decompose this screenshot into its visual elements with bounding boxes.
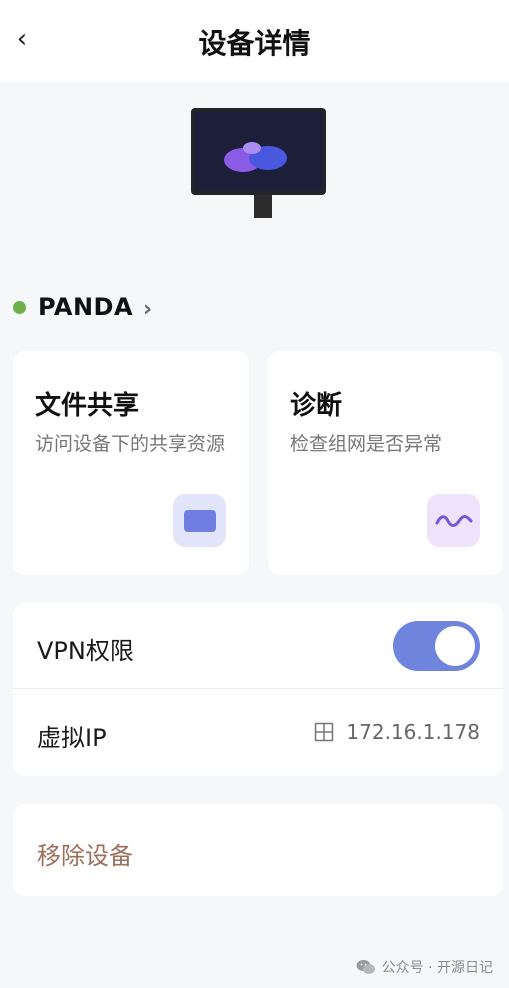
file-share-description: 访问设备下的共享资源 [35,433,226,455]
device-status-row[interactable]: PANDA › [13,290,152,324]
chevron-right-icon[interactable]: › [143,297,152,322]
diagnose-description: 检查组网是否异常 [290,433,443,455]
virtual-ip-row: 虚拟IP 172.16.1.178 [13,690,503,776]
toggle-knob [435,626,475,666]
device-name: PANDA [38,293,134,321]
online-status-dot [13,300,26,314]
virtual-ip-value-group[interactable]: 172.16.1.178 [314,720,480,744]
virtual-ip-label: 虚拟IP [37,724,107,752]
device-illustration [191,108,326,218]
top-bar: ‹ 设备详情 [0,0,509,82]
wechat-icon [356,960,375,974]
folder-icon [173,494,226,547]
vpn-permission-toggle[interactable] [393,621,480,671]
watermark: 公众号 · 开源日记 [356,957,493,977]
settings-card: VPN权限 虚拟IP 172.16.1.178 [13,603,503,776]
vpn-permission-label: VPN权限 [37,637,134,665]
virtual-ip-value: 172.16.1.178 [346,720,480,744]
wave-icon [427,494,480,547]
remove-device-button[interactable]: 移除设备 [37,836,133,871]
file-share-card[interactable]: 文件共享 访问设备下的共享资源 [13,351,249,575]
diagnose-card[interactable]: 诊断 检查组网是否异常 [268,351,503,575]
page-title: 设备详情 [198,27,311,60]
grid-icon [315,722,334,742]
vpn-permission-row: VPN权限 [13,603,503,689]
watermark-text: 公众号 · 开源日记 [381,960,493,976]
remove-device-card[interactable]: 移除设备 [13,804,503,896]
file-share-title: 文件共享 [35,391,140,421]
diagnose-title: 诊断 [290,391,343,421]
